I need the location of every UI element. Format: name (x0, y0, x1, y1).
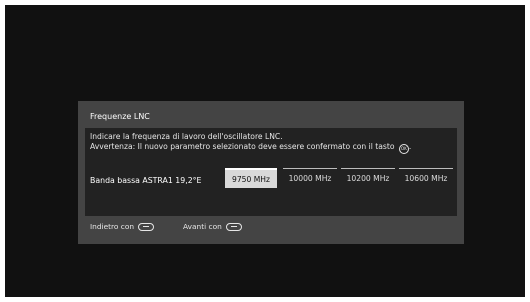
back-hint[interactable]: Indietro con (90, 222, 155, 231)
forward-key-icon (225, 222, 242, 231)
back-hint-label: Indietro con (90, 222, 135, 231)
frequency-option-10000[interactable]: 10000 MHz (283, 168, 337, 187)
ok-key-icon: OK (398, 144, 409, 154)
dialog-description: Indicare la frequenza di lavoro dell'osc… (90, 132, 411, 154)
dialog-title: Frequenze LNC (90, 112, 150, 121)
tv-screen: Frequenze LNC Indicare la frequenza di l… (5, 5, 525, 297)
description-line-1: Indicare la frequenza di lavoro dell'osc… (90, 132, 283, 141)
frequency-option-10600[interactable]: 10600 MHz (399, 168, 453, 187)
frequency-option-10200[interactable]: 10200 MHz (341, 168, 395, 187)
dialog-content: Indicare la frequenza di lavoro dell'osc… (85, 128, 457, 216)
description-line-2: Avvertenza: Il nuovo parametro seleziona… (90, 142, 411, 154)
setting-label: Banda bassa ASTRA1 19,2°E (90, 176, 202, 185)
next-hint-label: Avanti con (183, 222, 222, 231)
lnc-frequency-dialog: Frequenze LNC Indicare la frequenza di l… (78, 101, 464, 244)
back-key-icon (138, 222, 155, 231)
description-line-2-text: Avvertenza: Il nuovo parametro seleziona… (90, 142, 395, 151)
frequency-option-9750[interactable]: 9750 MHz (225, 168, 277, 188)
next-hint[interactable]: Avanti con (183, 222, 242, 231)
description-line-2-end: . (408, 142, 412, 151)
